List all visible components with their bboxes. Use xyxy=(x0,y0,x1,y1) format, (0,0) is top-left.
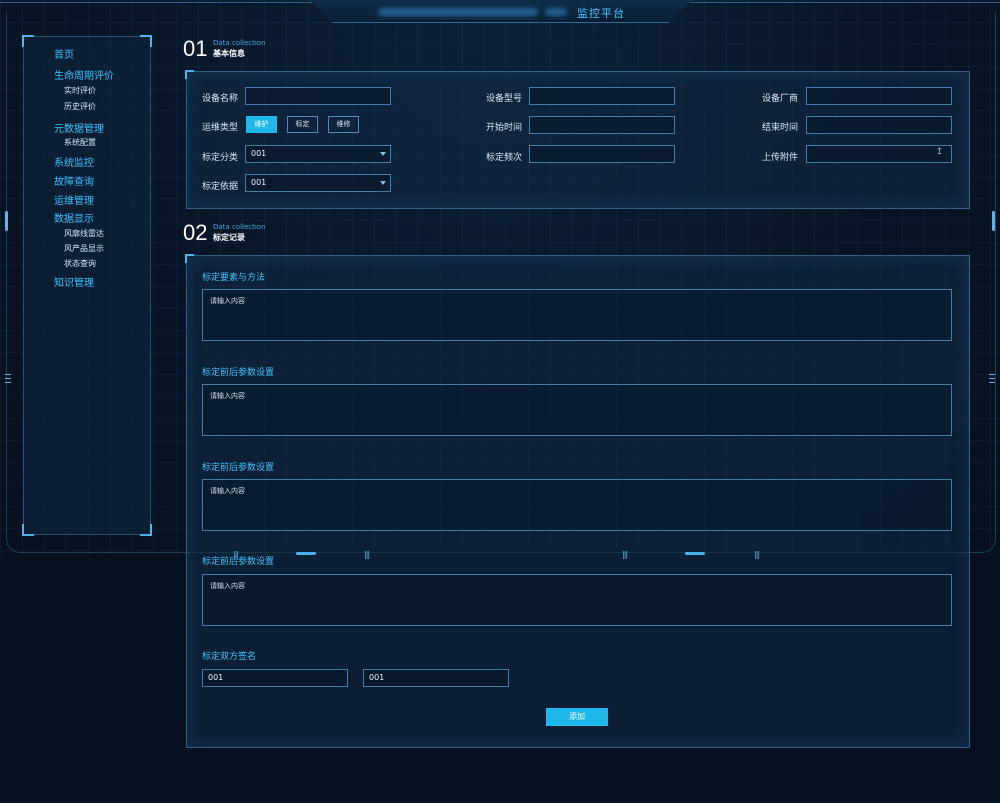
sidebar-item-knowledge[interactable]: 知识管理 xyxy=(54,274,94,289)
ops-type-maintain-button[interactable]: 维护 xyxy=(246,116,277,133)
calib-basis-value: 001 xyxy=(251,178,267,187)
corner-decoration xyxy=(22,35,34,47)
corner-decoration xyxy=(22,524,34,536)
param-label-1: 标定前后参数设置 xyxy=(202,368,275,378)
section-number: 02 xyxy=(183,220,208,245)
sidebar-item-monitor[interactable]: 系统监控 xyxy=(54,154,94,169)
section-title: 标定记录 xyxy=(213,233,245,242)
calib-class-select[interactable]: 001 xyxy=(245,145,391,163)
sidebar-item-metadata[interactable]: 元数据管理 xyxy=(54,120,104,135)
sidebar-sub-product[interactable]: 风产品显示 xyxy=(64,243,104,254)
tick-decoration: ||| xyxy=(622,550,628,559)
right-dash xyxy=(989,374,995,375)
calib-basis-select[interactable]: 001 xyxy=(245,174,391,192)
tick-decoration: ||| xyxy=(233,550,239,559)
ops-type-label: 运维类型 xyxy=(202,123,239,133)
right-dash xyxy=(989,378,995,379)
param-textarea-2[interactable]: 请输入内容 xyxy=(202,479,952,531)
device-name-input[interactable] xyxy=(245,87,391,105)
param-textarea-3[interactable]: 请输入内容 xyxy=(202,574,952,626)
corner-decoration xyxy=(140,35,152,47)
calib-basis-label: 标定依据 xyxy=(202,182,239,192)
tick-decoration: ||| xyxy=(364,550,370,559)
pill-decoration xyxy=(296,552,316,555)
chevron-down-icon xyxy=(380,152,386,156)
upload-label: 上传附件 xyxy=(762,153,799,163)
start-time-label: 开始时间 xyxy=(486,123,523,133)
header-line-right xyxy=(688,2,1000,3)
pill-decoration xyxy=(685,552,705,555)
calib-freq-input[interactable] xyxy=(529,145,675,163)
signature-input-a[interactable]: 001 xyxy=(202,669,348,687)
device-model-input[interactable] xyxy=(529,87,675,105)
calib-freq-label: 标定频次 xyxy=(486,153,523,163)
section-subtitle: Data collection xyxy=(213,223,266,231)
sidebar: 首页 生命周期评价 实时评价 历史评价 元数据管理 系统配置 系统监控 故障查询… xyxy=(22,35,152,536)
obscured-title-text-2 xyxy=(545,8,567,16)
corner-decoration xyxy=(185,70,194,79)
method-label: 标定要素与方法 xyxy=(202,273,266,283)
start-time-input[interactable] xyxy=(529,116,675,134)
sidebar-sub-status[interactable]: 状态查询 xyxy=(64,258,96,269)
signature-input-b[interactable]: 001 xyxy=(363,669,509,687)
ops-type-calibrate-button[interactable]: 标定 xyxy=(287,116,318,133)
right-dash xyxy=(989,382,995,383)
param-label-2: 标定前后参数设置 xyxy=(202,463,275,473)
upload-icon[interactable]: ↥ xyxy=(935,148,943,157)
device-model-label: 设备型号 xyxy=(486,94,523,104)
corner-decoration xyxy=(185,254,194,263)
sidebar-item-data[interactable]: 数据显示 xyxy=(54,210,94,225)
sidebar-sub-radar[interactable]: 风廓线雷达 xyxy=(64,228,104,239)
upload-input[interactable]: ↥ xyxy=(806,145,952,163)
right-scroll-handle[interactable] xyxy=(992,211,995,231)
section-subtitle: Data collection xyxy=(213,39,266,47)
left-dash xyxy=(5,378,11,379)
app-title: 监控平台 xyxy=(577,7,625,20)
sidebar-sub-realtime[interactable]: 实时评价 xyxy=(64,85,96,96)
left-scroll-handle[interactable] xyxy=(5,211,8,231)
section-title: 基本信息 xyxy=(213,49,245,58)
method-textarea[interactable]: 请输入内容 xyxy=(202,289,952,341)
header-line-left xyxy=(0,2,312,3)
param-textarea-1[interactable]: 请输入内容 xyxy=(202,384,952,436)
end-time-label: 结束时间 xyxy=(762,123,799,133)
section-number: 01 xyxy=(183,36,208,61)
add-button[interactable]: 添加 xyxy=(546,708,608,726)
device-name-label: 设备名称 xyxy=(202,94,239,104)
chevron-down-icon xyxy=(380,181,386,185)
sidebar-item-home[interactable]: 首页 xyxy=(54,46,74,61)
end-time-input[interactable] xyxy=(806,116,952,134)
sidebar-item-ops[interactable]: 运维管理 xyxy=(54,192,94,207)
sidebar-item-lifecycle[interactable]: 生命周期评价 xyxy=(54,67,114,82)
calib-class-label: 标定分类 xyxy=(202,153,239,163)
sidebar-item-fault[interactable]: 故障查询 xyxy=(54,173,94,188)
sidebar-sub-history[interactable]: 历史评价 xyxy=(64,101,96,112)
left-dash xyxy=(5,382,11,383)
sidebar-sub-config[interactable]: 系统配置 xyxy=(64,137,96,148)
signature-label: 标定双方签名 xyxy=(202,652,257,662)
corner-decoration xyxy=(140,524,152,536)
tick-decoration: ||| xyxy=(754,550,760,559)
left-dash xyxy=(5,374,11,375)
obscured-title-text xyxy=(378,8,538,16)
vendor-input[interactable] xyxy=(806,87,952,105)
vendor-label: 设备厂商 xyxy=(762,94,799,104)
ops-type-repair-button[interactable]: 维修 xyxy=(328,116,359,133)
calib-class-value: 001 xyxy=(251,149,267,158)
